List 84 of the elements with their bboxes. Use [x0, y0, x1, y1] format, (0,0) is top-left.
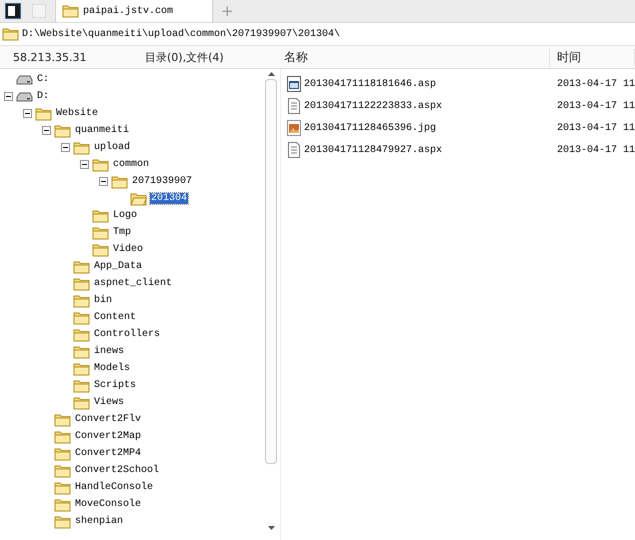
tree-item[interactable]: 2071939907	[131, 176, 194, 187]
folder-icon	[54, 480, 71, 494]
tree-item[interactable]: Convert2MP4	[74, 448, 142, 459]
folder-icon	[62, 4, 79, 18]
folder-icon	[92, 208, 109, 222]
tree-item[interactable]: Scripts	[93, 380, 138, 391]
tree-item[interactable]: Convert2School	[74, 465, 160, 476]
scrollbar-thumb[interactable]	[265, 79, 277, 464]
file-time: 2013-04-17 11	[556, 144, 635, 156]
folder-icon	[73, 378, 90, 392]
folder-icon	[54, 430, 71, 444]
folder-icon	[2, 27, 19, 41]
file-name[interactable]: 201304171128479927.aspx	[304, 144, 557, 156]
drive-icon	[16, 74, 33, 84]
host-address: 58.213.35.31	[12, 50, 88, 64]
tab[interactable]: paipai.jstv.com	[55, 0, 213, 22]
tree-item[interactable]: Logo	[112, 210, 138, 221]
collapse-icon[interactable]	[60, 143, 70, 152]
folder-icon	[73, 310, 90, 324]
image-file-icon	[286, 120, 301, 136]
folder-icon	[35, 106, 52, 120]
scroll-down-icon[interactable]	[268, 526, 274, 530]
column-header[interactable]: 名称	[277, 48, 550, 66]
tree-item[interactable]: aspnet_client	[93, 278, 174, 289]
tree-item[interactable]: C:	[36, 74, 50, 85]
file-time: 2013-04-17 11	[556, 122, 635, 134]
folder-icon	[54, 464, 71, 478]
path-text: D:\Website\quanmeiti\upload\common\2071939907\201304\	[22, 28, 340, 40]
tree-item[interactable]: Views	[93, 397, 126, 408]
tree-item[interactable]: Content	[93, 312, 138, 323]
tree-item[interactable]: D:	[36, 91, 50, 102]
folder-summary: 目录(0),文件(4)	[145, 50, 224, 64]
tree-item[interactable]: shenpian	[74, 516, 124, 527]
collapse-icon[interactable]	[22, 109, 32, 118]
document-icon	[286, 98, 301, 114]
open-folder-icon	[130, 192, 147, 206]
scroll-up-icon[interactable]	[268, 72, 274, 76]
panel-icon[interactable]	[5, 3, 21, 19]
tree-item[interactable]: Video	[112, 244, 144, 255]
file-time: 2013-04-17 11	[556, 100, 635, 112]
folder-icon	[73, 294, 90, 308]
collapse-icon[interactable]	[4, 92, 12, 101]
folder-icon	[54, 124, 71, 138]
file-name[interactable]: 201304171118181646.asp	[304, 78, 557, 90]
tree-item[interactable]: Convert2Map	[74, 431, 142, 442]
collapse-icon[interactable]	[80, 160, 88, 169]
folder-icon	[54, 412, 71, 426]
tree-item[interactable]: inews	[93, 346, 126, 357]
folder-icon	[73, 328, 90, 342]
folder-icon	[92, 226, 109, 240]
folder-icon	[54, 446, 71, 460]
file-name[interactable]: 201304171128465396.jpg	[304, 122, 557, 134]
tree-item[interactable]: 201304	[150, 193, 188, 204]
tree-item[interactable]: Convert2Flv	[74, 414, 142, 425]
tree-item[interactable]: common	[112, 159, 150, 170]
document-icon	[286, 142, 301, 158]
tree-item[interactable]: HandleConsole	[74, 482, 154, 493]
folder-icon	[73, 260, 90, 274]
tree-item[interactable]: MoveConsole	[74, 499, 142, 510]
collapse-icon[interactable]	[98, 177, 108, 186]
folder-icon	[73, 140, 90, 154]
tree-item[interactable]: quanmeiti	[74, 125, 130, 136]
folder-icon	[73, 276, 90, 290]
tree-item[interactable]: Tmp	[112, 227, 132, 238]
folder-icon	[73, 344, 90, 358]
window-file-icon	[286, 76, 301, 92]
file-name[interactable]: 201304171122223833.aspx	[304, 100, 557, 112]
tree-item[interactable]: App_Data	[93, 261, 144, 272]
tree-item[interactable]: Website	[55, 108, 100, 119]
folder-icon	[54, 498, 71, 512]
folder-icon	[73, 362, 90, 376]
folder-icon	[73, 396, 90, 410]
folder-icon	[92, 242, 109, 256]
drive-icon	[16, 92, 33, 102]
column-header[interactable]: 时间	[550, 48, 635, 66]
folder-icon	[54, 514, 71, 528]
folder-icon	[111, 174, 128, 188]
tree-item[interactable]: bin	[93, 295, 114, 306]
collapse-icon[interactable]	[42, 126, 50, 135]
tree-item[interactable]: upload	[93, 142, 132, 153]
file-time: 2013-04-17 11	[556, 78, 635, 90]
tree-item[interactable]: Models	[93, 363, 132, 374]
tree-item[interactable]: Controllers	[93, 329, 162, 340]
folder-icon	[92, 158, 109, 172]
